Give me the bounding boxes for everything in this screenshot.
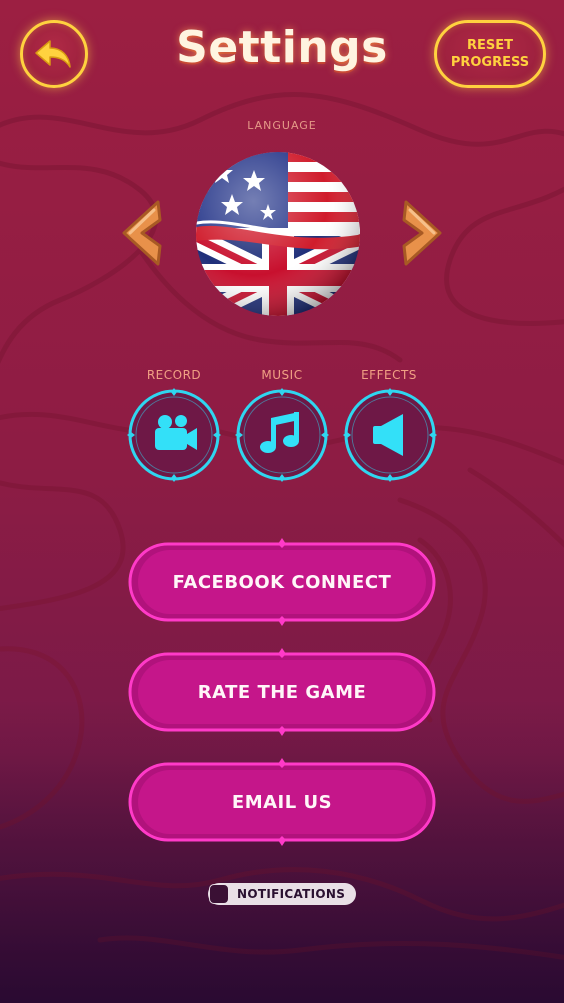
record-toggle-frame	[127, 388, 221, 482]
language-flag[interactable]	[192, 148, 364, 320]
rate-the-game-button[interactable]: RATE THE GAME	[126, 648, 438, 736]
language-label: LANGUAGE	[247, 119, 317, 132]
chevron-left-icon	[122, 200, 162, 266]
email-us-button[interactable]: EMAIL US	[126, 758, 438, 846]
chevron-right-icon	[402, 200, 442, 266]
record-toggle[interactable]	[127, 388, 221, 482]
us-uk-flag-icon	[196, 152, 360, 316]
notifications-toggle[interactable]: NOTIFICATIONS	[208, 883, 356, 905]
background-shade	[0, 700, 564, 1003]
next-language-button[interactable]	[400, 198, 446, 268]
music-toggle[interactable]	[235, 388, 329, 482]
reset-progress-label: RESET PROGRESS	[450, 38, 530, 70]
email-us-label: EMAIL US	[231, 791, 333, 813]
effects-toggle-frame	[343, 388, 437, 482]
facebook-connect-button[interactable]: FACEBOOK CONNECT	[126, 538, 438, 626]
rate-the-game-label: RATE THE GAME	[197, 681, 367, 703]
effects-toggle[interactable]	[343, 388, 437, 482]
facebook-connect-label: FACEBOOK CONNECT	[172, 571, 392, 593]
previous-language-button[interactable]	[118, 198, 164, 268]
music-toggle-frame	[235, 388, 329, 482]
notifications-label: NOTIFICATIONS	[237, 887, 346, 901]
music-label: MUSIC	[261, 368, 303, 382]
effects-label: EFFECTS	[361, 368, 417, 382]
record-label: RECORD	[146, 368, 202, 382]
reset-progress-button[interactable]: RESET PROGRESS	[434, 20, 546, 88]
notifications-checkbox[interactable]	[209, 884, 229, 904]
